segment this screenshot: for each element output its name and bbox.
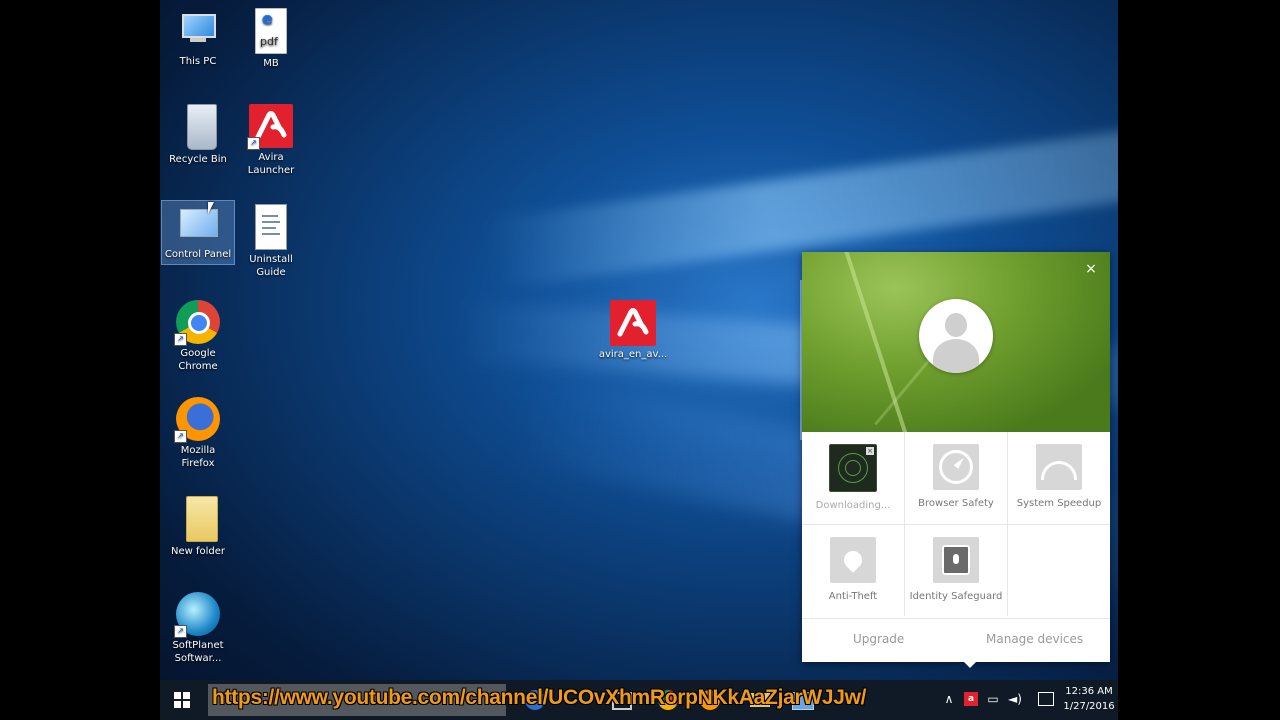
chevron-up-icon[interactable]: ∧	[942, 692, 956, 706]
desktop-icon-new-folder[interactable]: New folder	[162, 496, 234, 558]
computer-icon	[176, 8, 220, 52]
letterbox-right	[1118, 0, 1280, 720]
desktop-icon-mozilla-firefox[interactable]: ↗ Mozilla Firefox	[162, 397, 234, 470]
desktop-icon-softplanet[interactable]: ↗ SoftPlanet Softwar...	[162, 592, 234, 665]
icon-label: Mozilla	[180, 445, 216, 456]
desktop-icon-control-panel[interactable]: Control Panel	[161, 200, 235, 265]
popup-header: ×	[802, 252, 1110, 432]
desktop-icon-google-chrome[interactable]: ↗ Google Chrome	[162, 300, 234, 373]
popup-pointer	[962, 660, 978, 668]
clock-date: 1/27/2016	[1063, 701, 1115, 712]
map-pin-icon	[830, 537, 876, 583]
network-icon[interactable]: ▭	[986, 692, 1000, 706]
icon-label: New folder	[170, 546, 226, 557]
document-icon	[255, 204, 287, 250]
tile-label: Downloading...	[815, 500, 891, 511]
close-icon[interactable]: ×	[1082, 260, 1100, 278]
upgrade-link[interactable]: Upgrade	[853, 632, 904, 646]
tile-browser-safety[interactable]: Browser Safety	[905, 432, 1007, 524]
globe-icon: ↗	[174, 592, 220, 638]
icon-label: Guide	[256, 267, 286, 278]
tile-label: Identity Safeguard	[909, 591, 1003, 602]
speedometer-icon	[1036, 444, 1082, 490]
pdf-tag: pdf	[260, 35, 278, 48]
tile-downloading[interactable]: × Downloading...	[802, 432, 904, 524]
clock[interactable]: 12:36 AM 1/27/2016	[1060, 684, 1118, 714]
manage-devices-link[interactable]: Manage devices	[986, 632, 1083, 646]
tile-anti-theft[interactable]: Anti-Theft	[802, 525, 904, 617]
volume-icon[interactable]: ◄)	[1008, 692, 1022, 706]
close-icon: ×	[866, 447, 874, 455]
clock-time: 12:36 AM	[1065, 686, 1113, 697]
icon-label: SoftPlanet	[172, 640, 224, 651]
desktop-icon-this-pc[interactable]: This PC	[162, 8, 234, 68]
icon-label: Firefox	[181, 458, 215, 469]
avira-tray-icon[interactable]: a	[964, 692, 978, 706]
shortcut-arrow-icon: ↗	[247, 137, 260, 150]
tile-label: Anti-Theft	[828, 591, 878, 602]
icon-label: Recycle Bin	[169, 154, 227, 165]
windows-start-icon[interactable]	[174, 692, 190, 708]
recycle-bin-icon	[187, 104, 217, 150]
lock-icon	[933, 537, 979, 583]
tile-identity-safeguard[interactable]: Identity Safeguard	[905, 525, 1007, 617]
channel-url-overlay: https://www.youtube.com/channel/UCOvXhmR…	[212, 686, 867, 709]
radar-icon: ×	[829, 444, 877, 492]
icon-label: This PC	[179, 56, 217, 67]
compass-icon	[933, 444, 979, 490]
icon-label: Launcher	[247, 165, 295, 176]
shortcut-arrow-icon: ↗	[174, 333, 187, 346]
desktop-icon-avira-launcher[interactable]: ↗ Avira Launcher	[235, 104, 307, 177]
tile-label: Browser Safety	[918, 498, 994, 509]
tile-system-speedup[interactable]: System Speedup	[1008, 432, 1110, 524]
icon-label: Avira	[258, 152, 284, 163]
desktop-icon-uninstall-guide[interactable]: Uninstall Guide	[235, 204, 307, 279]
desktop-icon-avira-installer[interactable]: avira_en_av...	[593, 300, 673, 360]
desktop-icon-mb[interactable]: e pdf MB	[235, 8, 307, 70]
pdf-document-icon: e pdf	[255, 8, 287, 54]
icon-label: Chrome	[178, 361, 218, 372]
avira-logo-icon	[610, 300, 656, 346]
leaf-background	[843, 252, 915, 432]
mouse-cursor-icon	[208, 202, 214, 214]
icon-label: MB	[263, 58, 279, 69]
icon-label: avira_en_av...	[598, 349, 668, 360]
avira-logo-icon: ↗	[247, 104, 293, 150]
icon-label: Control Panel	[164, 249, 232, 260]
user-avatar-icon[interactable]	[919, 299, 993, 373]
desktop-icon-recycle-bin[interactable]: Recycle Bin	[162, 104, 234, 166]
folder-icon	[185, 496, 218, 542]
firefox-icon: ↗	[174, 397, 220, 443]
icon-label: Uninstall	[249, 254, 293, 265]
taskbar: https://www.youtube.com/channel/UCOvXhmR…	[160, 680, 1118, 720]
icon-label: Softwar...	[174, 653, 222, 664]
avira-connect-popup: × × Downloading... Browser Safety System…	[802, 252, 1110, 668]
icon-label: Google	[180, 348, 216, 359]
tile-label: System Speedup	[1016, 498, 1102, 509]
notification-icon[interactable]	[1038, 692, 1054, 706]
shortcut-arrow-icon: ↗	[174, 430, 187, 443]
chrome-icon: ↗	[174, 300, 220, 346]
shortcut-arrow-icon: ↗	[174, 625, 187, 638]
